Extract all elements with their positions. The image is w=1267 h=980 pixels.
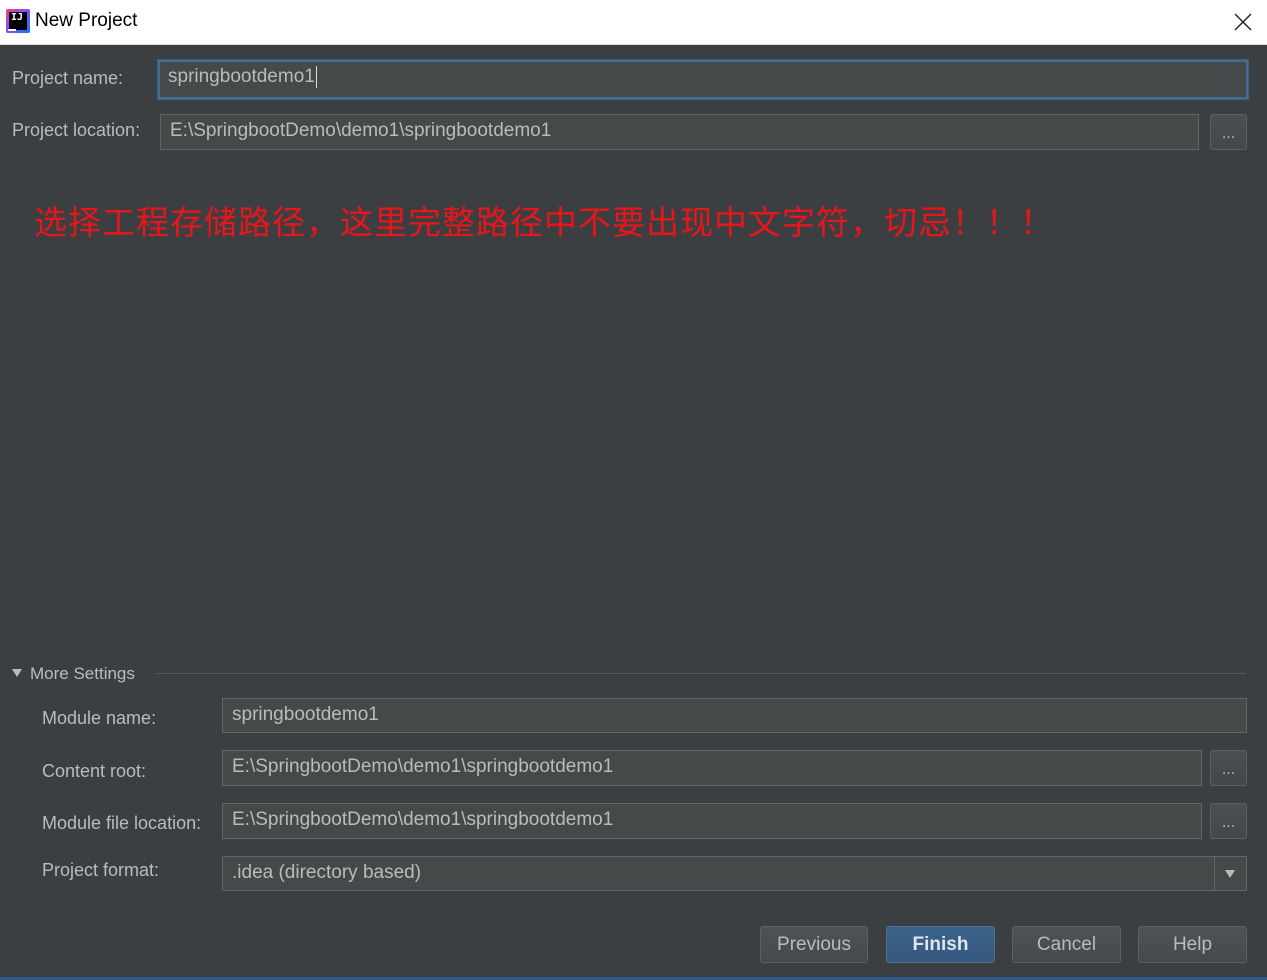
title-bar: IJ New Project <box>0 0 1267 45</box>
close-icon <box>1234 13 1252 31</box>
project-format-select[interactable]: .idea (directory based) <box>222 856 1247 891</box>
project-name-value: springbootdemo1 <box>168 66 315 87</box>
section-divider <box>156 673 1246 674</box>
text-caret <box>315 65 317 88</box>
module-file-location-input[interactable]: E:\SpringbootDemo\demo1\springbootdemo1 <box>222 803 1202 839</box>
project-format-dropdown-button[interactable] <box>1214 856 1246 890</box>
content-root-label: Content root: <box>42 761 147 781</box>
module-file-location-browse-button[interactable]: ... <box>1210 803 1247 839</box>
project-name-input[interactable]: springbootdemo1 <box>158 60 1248 99</box>
project-name-label: Project name: <box>12 68 124 88</box>
help-button[interactable]: Help <box>1138 926 1247 963</box>
intellij-idea-icon: IJ <box>6 9 30 33</box>
annotation-text: 选择工程存储路径，这里完整路径中不要出现中文字符，切忌！！！ <box>34 203 1054 242</box>
project-location-input[interactable]: E:\SpringbootDemo\demo1\springbootdemo1 <box>160 114 1199 150</box>
window-title: New Project <box>35 10 138 31</box>
close-button[interactable] <box>1227 6 1259 38</box>
more-settings-toggle[interactable]: More Settings <box>12 664 135 684</box>
project-location-label: Project location: <box>12 120 141 140</box>
module-name-label: Module name: <box>42 708 157 728</box>
collapse-triangle-icon <box>12 668 22 677</box>
content-root-browse-button[interactable]: ... <box>1210 750 1247 786</box>
more-settings-label: More Settings <box>30 664 135 683</box>
cancel-button[interactable]: Cancel <box>1012 926 1121 963</box>
module-file-location-label: Module file location: <box>42 813 202 833</box>
project-location-browse-button[interactable]: ... <box>1210 114 1247 150</box>
chevron-down-icon <box>1225 870 1235 878</box>
content-root-input[interactable]: E:\SpringbootDemo\demo1\springbootdemo1 <box>222 750 1202 786</box>
previous-button[interactable]: Previous <box>760 926 868 963</box>
finish-button[interactable]: Finish <box>886 926 995 963</box>
project-format-label: Project format: <box>42 860 160 880</box>
module-name-input[interactable]: springbootdemo1 <box>222 698 1247 733</box>
